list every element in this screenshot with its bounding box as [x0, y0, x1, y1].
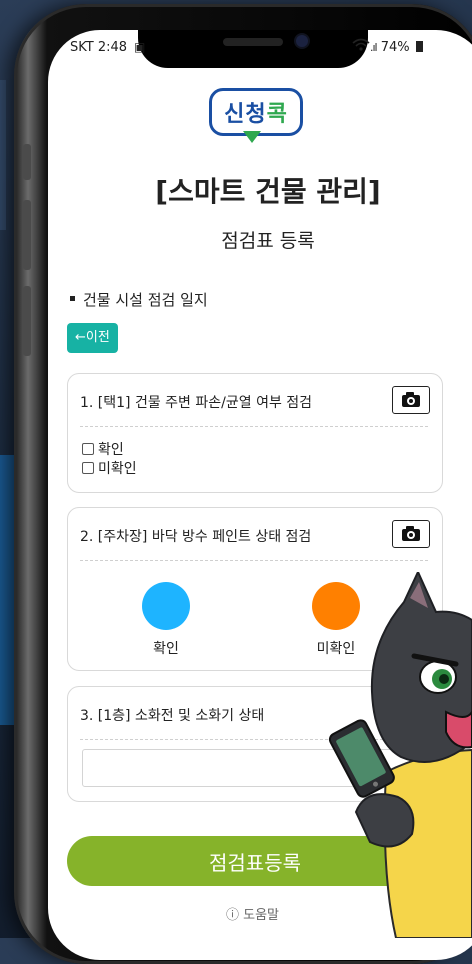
background-stripe	[0, 80, 6, 230]
notification-icon: ▣	[134, 40, 146, 54]
page-title: [스마트 건물 관리]	[155, 175, 381, 208]
item-3-title: 3. [1층] 소화전 및 소화기 상태	[80, 708, 265, 724]
option-unconfirm-label: 미확인	[98, 461, 137, 477]
app-logo: 신청 콕	[209, 88, 303, 136]
speaker-grille	[223, 38, 283, 46]
item-1-option-confirm[interactable]: 확인	[82, 439, 124, 459]
cat-mascot-illustration	[328, 572, 472, 938]
item-1-camera-button[interactable]	[392, 386, 430, 414]
item-2-divider	[80, 560, 428, 561]
option-confirm-label: 확인	[98, 442, 124, 458]
phone-volume-down	[23, 286, 31, 356]
phone-notch	[138, 30, 368, 68]
camera-icon-lens-inner	[409, 533, 413, 537]
battery-percent: 74%	[380, 40, 410, 55]
section-title: 건물 시설 점검 일지	[70, 289, 208, 310]
phone-mute-switch	[23, 144, 31, 180]
bullet-icon	[70, 296, 75, 301]
camera-icon-lens-inner	[409, 399, 413, 403]
battery-status: .ıl 74%	[370, 40, 423, 55]
checkbox-confirm[interactable]	[82, 443, 94, 455]
section-title-text: 건물 시설 점검 일지	[83, 291, 208, 309]
phone-volume-up	[23, 200, 31, 270]
checklist-item-1: 1. [택1] 건물 주변 파손/균열 여부 점검 확인 미확인	[67, 373, 443, 493]
item-1-option-unconfirm[interactable]: 미확인	[82, 458, 137, 478]
item-1-divider	[80, 426, 428, 427]
item-2-title: 2. [주차장] 바닥 방수 페인트 상태 점검	[80, 529, 312, 545]
battery-icon	[415, 41, 423, 52]
back-button[interactable]: ←이전	[67, 323, 118, 353]
item-2-camera-button[interactable]	[392, 520, 430, 548]
signal-icon	[352, 38, 370, 55]
confirm-circle-label: 확인	[153, 641, 179, 657]
checkbox-unconfirm[interactable]	[82, 462, 94, 474]
logo-text-accent: 콕	[266, 102, 288, 127]
help-link[interactable]: ⓘ 도움말	[226, 904, 279, 923]
front-camera	[296, 35, 308, 47]
confirm-circle-button[interactable]	[142, 582, 190, 630]
item-1-title: 1. [택1] 건물 주변 파손/균열 여부 점검	[80, 395, 313, 411]
page-subtitle: 점검표 등록	[221, 230, 315, 252]
status-time: SKT 2:48	[70, 40, 128, 55]
logo-speech-tail	[243, 131, 261, 143]
logo-text-main: 신청	[224, 102, 267, 127]
